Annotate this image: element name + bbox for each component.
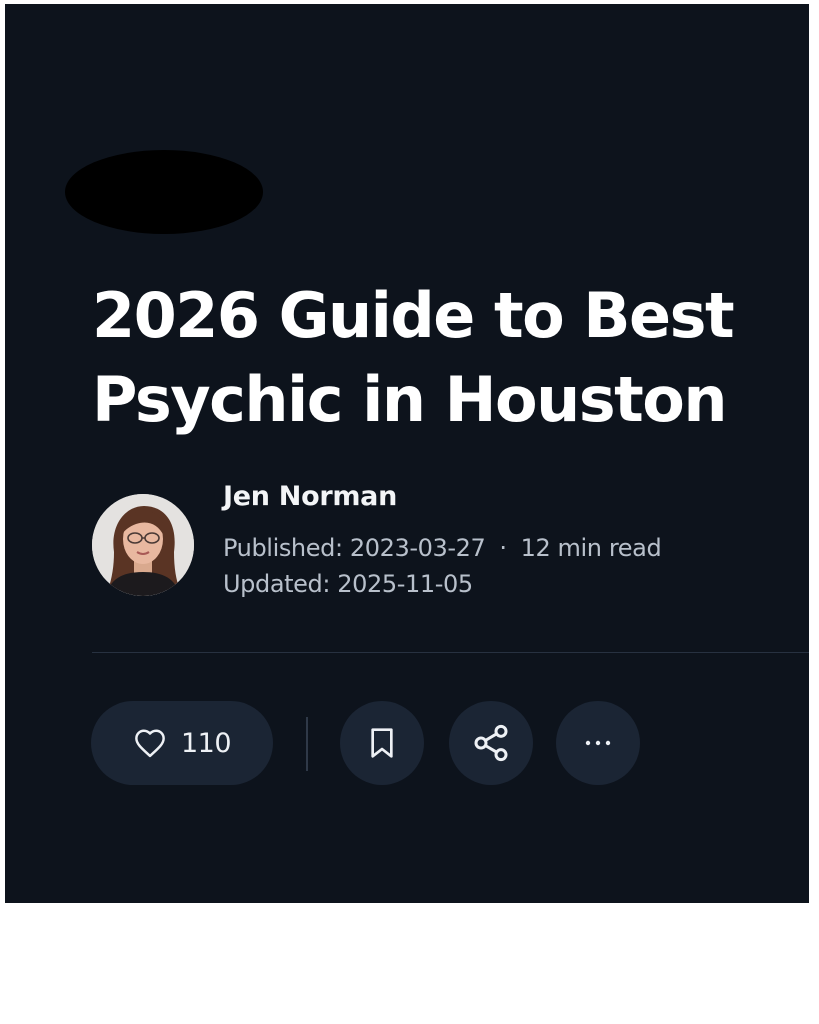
bookmark-button[interactable] [340, 701, 424, 785]
author-photo-icon [92, 494, 194, 596]
published-date: Published: 2023-03-27 [223, 534, 486, 562]
heart-icon [133, 728, 167, 758]
read-time: 12 min read [520, 534, 662, 562]
author-name[interactable]: Jen Norman [223, 481, 397, 512]
more-options-button[interactable] [556, 701, 640, 785]
like-button[interactable]: 110 [91, 701, 273, 785]
action-separator [306, 717, 308, 771]
author-avatar[interactable] [92, 494, 194, 596]
share-button[interactable] [449, 701, 533, 785]
redacted-logo [65, 150, 263, 234]
updated-date: Updated: 2025-11-05 [223, 570, 473, 598]
header-divider [92, 652, 809, 653]
published-meta: Published: 2023-03-27 · 12 min read [223, 534, 662, 562]
article-header-card: 2026 Guide to Best Psychic in Houston Je… [5, 4, 809, 903]
meta-separator: · [499, 534, 507, 562]
like-count: 110 [180, 727, 232, 759]
article-title: 2026 Guide to Best Psychic in Houston [92, 279, 735, 436]
more-dots-icon [583, 739, 613, 747]
bookmark-icon [368, 727, 396, 759]
share-icon [471, 723, 511, 763]
